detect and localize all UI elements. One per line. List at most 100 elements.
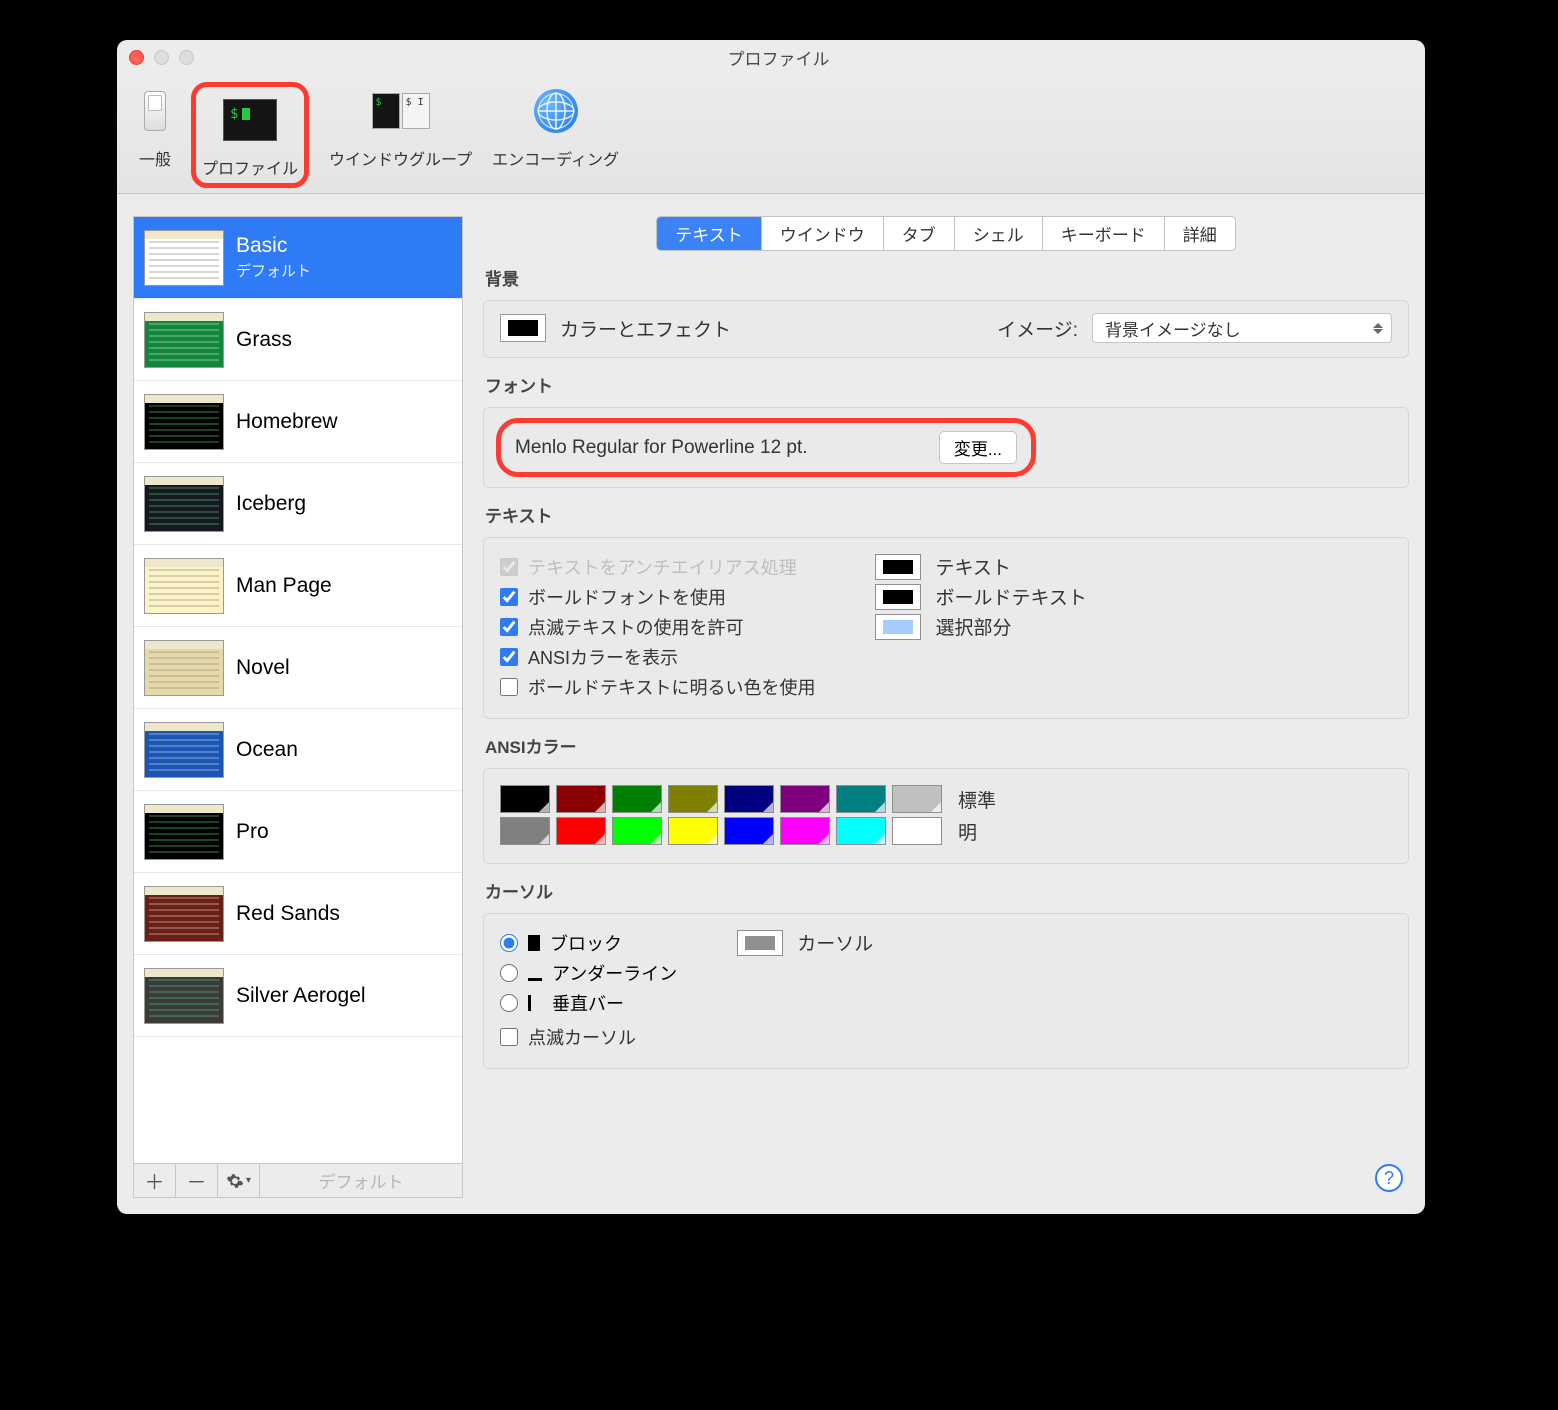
allow-blink-checkbox[interactable]: 点滅テキストの使用を許可	[500, 614, 815, 640]
profile-item-grass[interactable]: Grass	[134, 299, 462, 381]
profile-item-man-page[interactable]: Man Page	[134, 545, 462, 627]
bright-bold-checkbox[interactable]: ボールドテキストに明るい色を使用	[500, 674, 815, 700]
background-image-label: イメージ:	[997, 315, 1078, 342]
ansi-swatch[interactable]	[780, 817, 830, 845]
ansi-swatch[interactable]	[668, 785, 718, 813]
ansi-swatch[interactable]	[836, 785, 886, 813]
terminal-icon	[223, 99, 277, 141]
ansi-swatch[interactable]	[556, 817, 606, 845]
ansi-row-label: 標準	[958, 786, 996, 813]
profile-item-ocean[interactable]: Ocean	[134, 709, 462, 791]
profile-name: Homebrew	[236, 410, 338, 434]
profile-thumb	[144, 394, 224, 450]
toolbar-encodings[interactable]: エンコーディング	[482, 78, 629, 174]
settings-panel: テキストウインドウタブシェルキーボード詳細 背景 カラーとエフェクト イメージ:…	[483, 216, 1409, 1198]
help-button[interactable]: ?	[1375, 1164, 1403, 1192]
profile-name: Basic	[236, 234, 311, 258]
text-color-well[interactable]	[875, 554, 921, 580]
bold-fonts-checkbox[interactable]: ボールドフォントを使用	[500, 584, 815, 610]
section-text: テキストをアンチエイリアス処理 ボールドフォントを使用 点滅テキストの使用を許可…	[483, 537, 1409, 719]
change-font-button[interactable]: 変更...	[939, 431, 1017, 464]
font-highlight: Menlo Regular for Powerline 12 pt. 変更...	[496, 418, 1036, 477]
profile-actions-menu[interactable]: ▾	[218, 1164, 260, 1197]
blink-cursor-checkbox[interactable]: 点滅カーソル	[500, 1024, 677, 1050]
toolbar: 一般 プロファイル ウインドウグループ エンコーディング	[117, 74, 1425, 194]
profile-name: Silver Aerogel	[236, 984, 366, 1008]
profile-thumb	[144, 558, 224, 614]
close-icon[interactable]	[129, 50, 144, 65]
section-heading-cursor: カーソル	[485, 878, 1407, 903]
profile-name: Iceberg	[236, 492, 306, 516]
window-group-icon	[372, 93, 430, 129]
profile-item-novel[interactable]: Novel	[134, 627, 462, 709]
switch-icon	[144, 91, 166, 131]
profile-item-homebrew[interactable]: Homebrew	[134, 381, 462, 463]
titlebar: プロファイル	[117, 40, 1425, 74]
ansi-swatch[interactable]	[780, 785, 830, 813]
ansi-swatch[interactable]	[556, 785, 606, 813]
selection-color-well[interactable]	[875, 614, 921, 640]
antialias-checkbox[interactable]: テキストをアンチエイリアス処理	[500, 554, 815, 580]
tab-0[interactable]: テキスト	[657, 217, 762, 250]
profile-list-toolbar: ＋ － ▾ デフォルト	[133, 1164, 463, 1198]
ansi-swatch[interactable]	[892, 817, 942, 845]
ansi-colors-checkbox[interactable]: ANSIカラーを表示	[500, 644, 815, 670]
tab-3[interactable]: シェル	[955, 217, 1043, 250]
ansi-swatch[interactable]	[724, 785, 774, 813]
toolbar-general[interactable]: 一般	[129, 78, 181, 174]
profile-thumb	[144, 804, 224, 860]
section-cursor: ブロック アンダーライン 垂直バー 点滅カーソル カーソル	[483, 913, 1409, 1069]
window-title: プロファイル	[144, 45, 1413, 70]
profile-thumb	[144, 312, 224, 368]
ansi-swatch[interactable]	[500, 785, 550, 813]
ansi-swatch[interactable]	[836, 817, 886, 845]
section-ansi: 標準 明	[483, 768, 1409, 864]
profile-thumb	[144, 640, 224, 696]
toolbar-profiles[interactable]: プロファイル	[181, 78, 319, 192]
background-color-label: カラーとエフェクト	[560, 315, 731, 342]
cursor-vbar-radio[interactable]: 垂直バー	[500, 990, 677, 1016]
tab-5[interactable]: 詳細	[1165, 217, 1235, 250]
ansi-swatch[interactable]	[724, 817, 774, 845]
profile-item-red-sands[interactable]: Red Sands	[134, 873, 462, 955]
profile-name: Ocean	[236, 738, 298, 762]
profile-thumb	[144, 476, 224, 532]
profile-item-iceberg[interactable]: Iceberg	[134, 463, 462, 545]
ansi-swatch[interactable]	[612, 817, 662, 845]
tab-4[interactable]: キーボード	[1043, 217, 1165, 250]
profile-thumb	[144, 968, 224, 1024]
profile-item-pro[interactable]: Pro	[134, 791, 462, 873]
cursor-block-radio[interactable]: ブロック	[500, 930, 677, 956]
section-font: Menlo Regular for Powerline 12 pt. 変更...	[483, 407, 1409, 488]
tab-2[interactable]: タブ	[884, 217, 955, 250]
preferences-window: プロファイル 一般 プロファイル ウインドウグループ エンコーディング	[117, 40, 1425, 1214]
tab-1[interactable]: ウインドウ	[762, 217, 884, 250]
profile-thumb	[144, 722, 224, 778]
profile-thumb	[144, 886, 224, 942]
profile-list[interactable]: BasicデフォルトGrass Homebrew Iceberg Man Page No…	[133, 216, 463, 1164]
chevron-updown-icon	[1373, 323, 1383, 334]
background-color-well[interactable]	[500, 314, 546, 342]
remove-profile-button[interactable]: －	[176, 1164, 218, 1197]
profile-item-basic[interactable]: Basicデフォルト	[134, 217, 462, 299]
font-value: Menlo Regular for Powerline 12 pt.	[515, 437, 923, 459]
background-image-select[interactable]: 背景イメージなし	[1092, 313, 1392, 343]
ansi-swatch[interactable]	[612, 785, 662, 813]
profile-name: Man Page	[236, 574, 332, 598]
profile-name: Pro	[236, 820, 269, 844]
settings-tabs: テキストウインドウタブシェルキーボード詳細	[656, 216, 1236, 251]
section-heading-background: 背景	[485, 265, 1407, 290]
profile-item-silver-aerogel[interactable]: Silver Aerogel	[134, 955, 462, 1037]
ansi-swatch[interactable]	[668, 817, 718, 845]
cursor-underline-radio[interactable]: アンダーライン	[500, 960, 677, 986]
set-default-button[interactable]: デフォルト	[260, 1164, 462, 1197]
section-heading-text: テキスト	[485, 502, 1407, 527]
profile-thumb	[144, 230, 224, 286]
ansi-swatch[interactable]	[500, 817, 550, 845]
add-profile-button[interactable]: ＋	[134, 1164, 176, 1197]
ansi-swatch[interactable]	[892, 785, 942, 813]
bold-color-well[interactable]	[875, 584, 921, 610]
toolbar-window-groups[interactable]: ウインドウグループ	[319, 78, 482, 174]
globe-icon	[534, 89, 578, 133]
cursor-color-well[interactable]	[737, 930, 783, 956]
